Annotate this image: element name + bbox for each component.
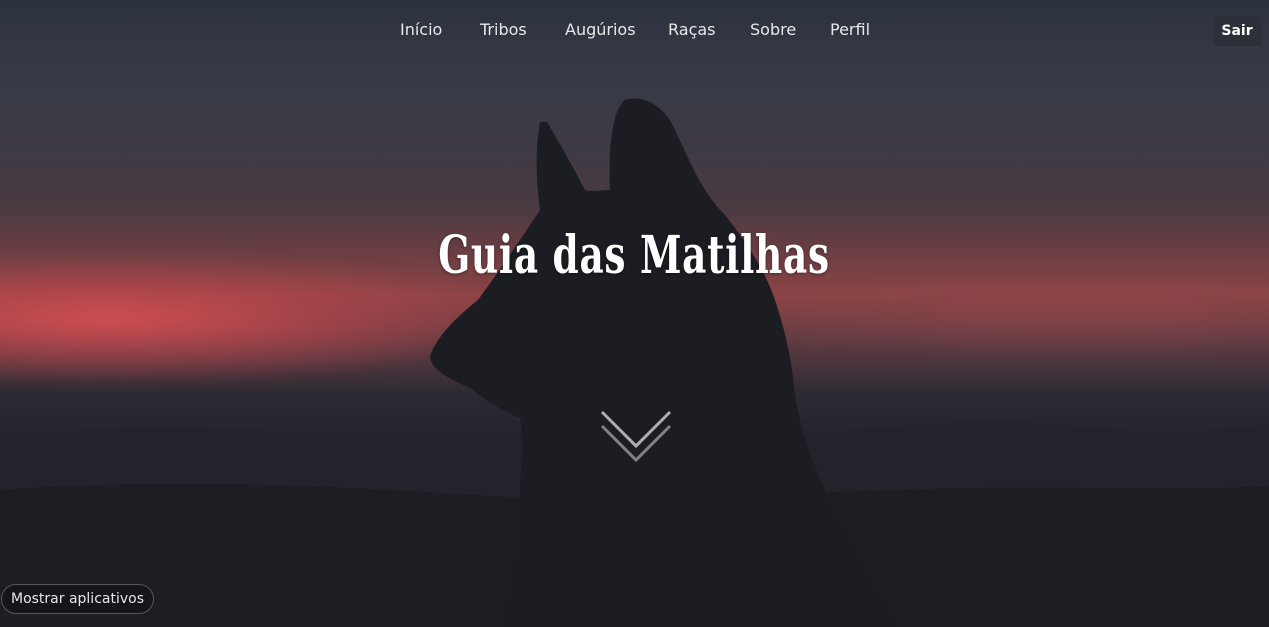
show-apps-button[interactable]: Mostrar aplicativos bbox=[1, 584, 154, 614]
wolf-silhouette bbox=[430, 98, 900, 627]
nav-item-sobre[interactable]: Sobre bbox=[750, 20, 796, 39]
nav-item-racas[interactable]: Raças bbox=[668, 20, 716, 39]
nav-item-tribos[interactable]: Tribos bbox=[480, 20, 527, 39]
main-nav: Início Tribos Augúrios Raças Sobre Perfi… bbox=[0, 0, 1269, 60]
page-title: Guia das Matilhas bbox=[438, 225, 830, 286]
logout-button[interactable]: Sair bbox=[1213, 15, 1261, 46]
nav-item-augurios[interactable]: Augúrios bbox=[565, 20, 636, 39]
chevron-double-down-icon[interactable] bbox=[598, 408, 674, 464]
hero-background bbox=[0, 0, 1269, 627]
nav-item-inicio[interactable]: Início bbox=[400, 20, 442, 39]
nav-item-perfil[interactable]: Perfil bbox=[830, 20, 870, 39]
